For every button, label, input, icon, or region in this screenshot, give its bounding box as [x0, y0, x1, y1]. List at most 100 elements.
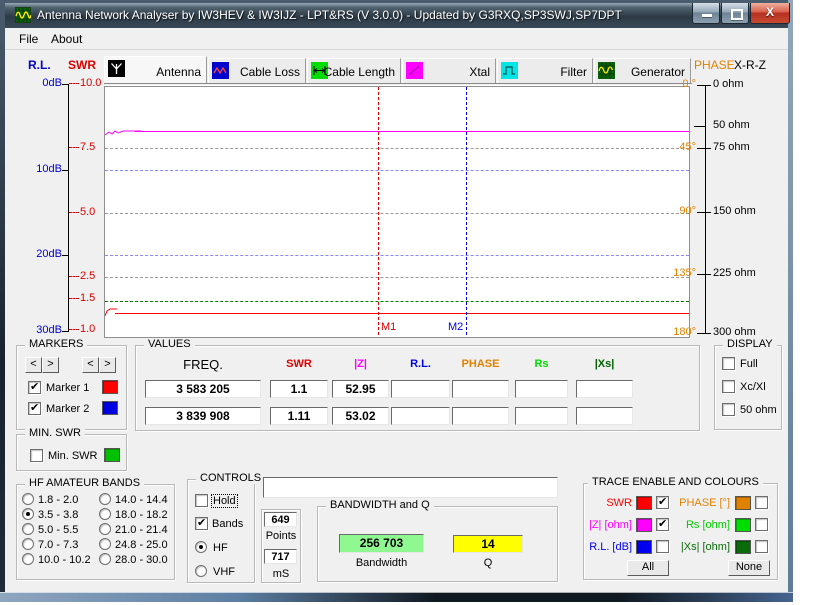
band-radio-3.5-3.8[interactable] [22, 508, 34, 520]
hf-radio-label: HF [213, 542, 228, 554]
marker2-left-button[interactable]: < [82, 357, 99, 373]
rl-axis-title: R.L. [28, 58, 51, 72]
hold-checkbox[interactable] [195, 494, 208, 507]
ms-value: 717 [264, 549, 297, 564]
band-radio-18.0-18.2[interactable] [99, 508, 111, 520]
trace-swr-swatch[interactable] [636, 496, 652, 510]
band-radio-10.0-10.2[interactable] [22, 553, 34, 565]
marker2-label: Marker 2 [46, 403, 89, 415]
value-rs-m2 [515, 407, 568, 425]
band-radio-14.0-14.4[interactable] [99, 493, 111, 505]
trace-xs-swatch[interactable] [735, 540, 751, 554]
values-header-xs: |Xs| [576, 358, 633, 370]
trace-rs-swatch[interactable] [735, 518, 751, 532]
tab-generator[interactable]: Generator [594, 58, 691, 83]
trace-none-button[interactable]: None [728, 560, 770, 576]
points-label: Points [261, 530, 301, 542]
trace-groupbox-title: TRACE ENABLE AND COLOURS [588, 476, 763, 488]
gridline [105, 301, 689, 302]
value-phase-m1 [452, 380, 509, 398]
marker2-color-swatch[interactable] [102, 401, 118, 415]
swr-trace [115, 313, 689, 314]
band-label: 1.8 - 2.0 [38, 494, 78, 506]
marker1-left-button[interactable]: < [25, 357, 42, 373]
app-window: Antenna Network Analyser by IW3HEV & IW3… [0, 0, 793, 602]
band-label: 14.0 - 14.4 [115, 494, 168, 506]
z-trace-wiggle [105, 127, 141, 139]
minimize-button[interactable] [692, 3, 720, 24]
value-phase-m2 [452, 407, 509, 425]
trace-z-checkbox[interactable] [656, 518, 669, 531]
close-button[interactable]: X [750, 3, 790, 24]
tab-antenna-label: Antenna [156, 65, 201, 79]
tab-cable-loss[interactable]: Cable Loss [208, 58, 306, 83]
trace-rl-swatch[interactable] [636, 540, 652, 554]
display-50ohm-checkbox[interactable] [722, 403, 735, 416]
hf-radio[interactable] [195, 541, 207, 553]
screen: { "window": { "title": "Antenna Network … [0, 0, 819, 605]
bands-checkbox[interactable] [195, 517, 208, 530]
title-bar[interactable]: Antenna Network Analyser by IW3HEV & IW3… [5, 3, 788, 28]
trace-phase-label: PHASE [°] [672, 497, 730, 509]
value-z-m1: 52.95 [332, 380, 389, 398]
tab-xtal[interactable]: Xtal [402, 58, 496, 83]
band-radio-21.0-21.4[interactable] [99, 523, 111, 535]
trace-phase-swatch[interactable] [735, 496, 751, 510]
trace-swr-checkbox[interactable] [656, 496, 669, 509]
vhf-radio[interactable] [195, 565, 207, 577]
swr-axis-title: SWR [68, 58, 96, 72]
trace-phase-checkbox[interactable] [755, 496, 768, 509]
trace-all-button[interactable]: All [627, 560, 669, 576]
marker1-checkbox[interactable] [28, 381, 41, 394]
tab-antenna[interactable]: Antenna [104, 56, 207, 83]
marker1-label: Marker 1 [46, 382, 89, 394]
menu-about[interactable]: About [51, 32, 82, 46]
min-swr-label: Min. SWR [48, 450, 98, 462]
marker2-checkbox[interactable] [28, 402, 41, 415]
min-swr-checkbox[interactable] [30, 449, 43, 462]
z-trace [135, 131, 689, 132]
hold-label: Hold [212, 495, 237, 507]
marker1-right-button[interactable]: > [42, 357, 59, 373]
gridline [105, 213, 689, 214]
tab-cable-length[interactable]: Cable Length [307, 58, 401, 83]
menu-bar: File About [5, 28, 788, 50]
band-radio-28.0-30.0[interactable] [99, 553, 111, 565]
marker-line-M2[interactable] [466, 87, 467, 335]
left-axis-line [68, 84, 69, 332]
band-radio-5.0-5.5[interactable] [22, 523, 34, 535]
value-swr-m1: 1.1 [270, 380, 328, 398]
trace-z-swatch[interactable] [636, 518, 652, 532]
display-xcxl-checkbox[interactable] [722, 380, 735, 393]
tab-filter[interactable]: Filter [497, 58, 593, 83]
band-radio-1.8-2.0[interactable] [22, 493, 34, 505]
close-icon: X [751, 5, 789, 19]
vhf-radio-label: VHF [213, 566, 235, 578]
swr-trace-wiggle [105, 305, 117, 317]
status-input[interactable] [263, 477, 558, 498]
value-freq-m1: 3 583 205 [145, 380, 261, 398]
gridline [105, 148, 689, 149]
trace-rl-checkbox[interactable] [656, 540, 669, 553]
marker2-right-button[interactable]: > [99, 357, 116, 373]
band-radio-7.0-7.3[interactable] [22, 538, 34, 550]
band-label: 7.0 - 7.3 [38, 539, 78, 551]
min-swr-color-swatch[interactable] [104, 448, 120, 462]
trace-rl-label: R.L. [dB] [585, 541, 632, 553]
marker1-color-swatch[interactable] [102, 380, 118, 394]
points-value: 649 [264, 512, 297, 527]
maximize-button[interactable] [721, 3, 749, 24]
trace-xs-checkbox[interactable] [755, 540, 768, 553]
menu-file[interactable]: File [19, 32, 38, 46]
bandwidth-label: Bandwidth [339, 557, 424, 569]
trace-rs-checkbox[interactable] [755, 518, 768, 531]
chart-plot-area[interactable]: M1M2 [104, 86, 690, 338]
controls-groupbox-title: CONTROLS [196, 472, 265, 484]
value-z-m2: 53.02 [332, 407, 389, 425]
marker-line-M1[interactable] [378, 87, 379, 335]
gridline [105, 255, 689, 256]
app-icon [15, 7, 31, 23]
generator-icon [598, 62, 615, 79]
band-radio-24.8-25.0[interactable] [99, 538, 111, 550]
display-full-checkbox[interactable] [722, 357, 735, 370]
